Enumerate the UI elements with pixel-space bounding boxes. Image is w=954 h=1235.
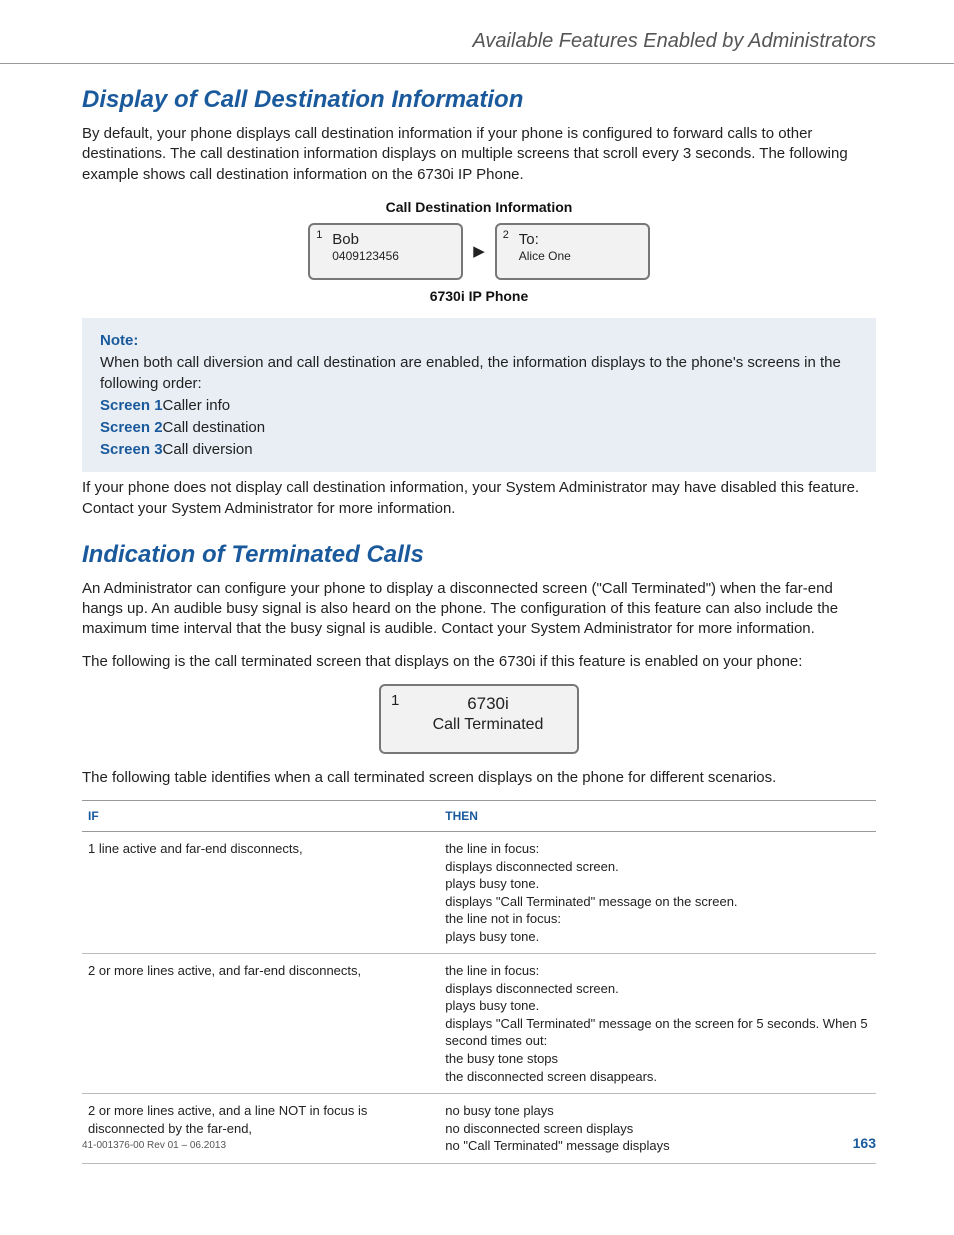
footer-rev: 41-001376-00 Rev 01 – 06.2013 xyxy=(82,1140,226,1151)
section2-p2: The following is the call terminated scr… xyxy=(82,652,876,672)
screen2-line1: To: xyxy=(519,231,640,249)
page-header-title: Available Features Enabled by Administra… xyxy=(82,30,876,53)
header-divider xyxy=(0,63,954,64)
cell-then: the line in focus:displays disconnected … xyxy=(439,832,876,954)
section1-p1: By default, your phone displays call des… xyxy=(82,124,876,185)
table-row: 2 or more lines active, and a line NOT i… xyxy=(82,1094,876,1164)
cell-if: 2 or more lines active, and far-end disc… xyxy=(82,954,439,1094)
section2-p3: The following table identifies when a ca… xyxy=(82,768,876,788)
section1-p2: If your phone does not display call dest… xyxy=(82,478,876,519)
screen1-num: 1 xyxy=(316,229,322,241)
arrow-icon: ▶ xyxy=(473,242,485,260)
section2-p1: An Administrator can configure your phon… xyxy=(82,579,876,640)
note-screen1-label: Screen 1 xyxy=(100,397,163,414)
screen1-line2: 0409123456 xyxy=(332,249,453,263)
note-screen3-value: Call diversion xyxy=(163,441,253,458)
page-footer: 41-001376-00 Rev 01 – 06.2013 163 xyxy=(82,1135,876,1151)
figure1-caption-bottom: 6730i IP Phone xyxy=(82,288,876,304)
figure2-wrap: 1 6730i Call Terminated xyxy=(82,684,876,754)
note-box: Note: When both call diversion and call … xyxy=(82,318,876,473)
term-num: 1 xyxy=(391,692,399,709)
note-screen1-value: Caller info xyxy=(163,397,231,414)
section1-heading: Display of Call Destination Information xyxy=(82,86,876,114)
note-label: Note: xyxy=(100,332,138,349)
footer-page-number: 163 xyxy=(853,1135,876,1151)
term-line1: 6730i xyxy=(409,694,567,714)
note-text: When both call diversion and call destin… xyxy=(100,352,858,396)
section2-heading: Indication of Terminated Calls xyxy=(82,541,876,569)
terminated-screen: 1 6730i Call Terminated xyxy=(379,684,579,754)
screen1-line1: Bob xyxy=(332,231,453,249)
note-screen3-label: Screen 3 xyxy=(100,441,163,458)
cell-then: no busy tone playsno disconnected screen… xyxy=(439,1094,876,1164)
table-row: 1 line active and far-end disconnects, t… xyxy=(82,832,876,954)
phone-screen-2: 2 To: Alice One xyxy=(495,223,650,280)
cell-then: the line in focus:displays disconnected … xyxy=(439,954,876,1094)
table-row: 2 or more lines active, and far-end disc… xyxy=(82,954,876,1094)
note-screen2-value: Call destination xyxy=(163,419,266,436)
cell-if: 2 or more lines active, and a line NOT i… xyxy=(82,1094,439,1164)
screen2-line2: Alice One xyxy=(519,249,640,263)
figure1-caption-top: Call Destination Information xyxy=(82,199,876,215)
screen2-num: 2 xyxy=(503,229,509,241)
note-screen2-label: Screen 2 xyxy=(100,419,163,436)
term-line2: Call Terminated xyxy=(409,716,567,734)
scenario-table: IF THEN 1 line active and far-end discon… xyxy=(82,800,876,1164)
cell-if: 1 line active and far-end disconnects, xyxy=(82,832,439,954)
table-header-then: THEN xyxy=(439,801,876,832)
figure1-screens: 1 Bob 0409123456 ▶ 2 To: Alice One xyxy=(82,223,876,280)
phone-screen-1: 1 Bob 0409123456 xyxy=(308,223,463,280)
table-header-if: IF xyxy=(82,801,439,832)
